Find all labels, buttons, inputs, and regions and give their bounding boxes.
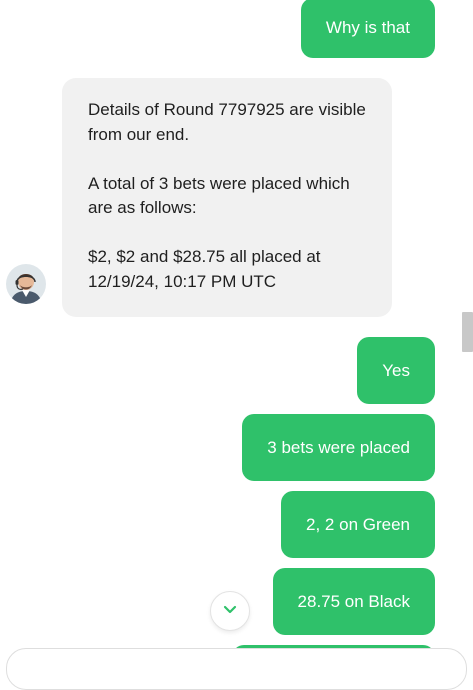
message-composer[interactable] <box>6 648 467 690</box>
message-text: 28.75 on Black <box>297 591 410 611</box>
user-message: 28.75 on Black <box>272 568 435 635</box>
user-message: Why is that <box>300 0 435 58</box>
message-paragraph: A total of 3 bets were placed which are … <box>88 173 350 218</box>
message-text: Yes <box>382 360 410 380</box>
message-text: 3 bets were placed <box>267 437 410 457</box>
message-text: Why is that <box>325 18 410 37</box>
user-message: 3 bets were placed <box>242 414 435 481</box>
message-paragraph: Details of Round 7797925 are visible fro… <box>88 100 366 144</box>
user-message: 2, 2 on Green <box>281 491 435 558</box>
chevron-down-icon <box>223 602 237 620</box>
scrollbar-thumb[interactable] <box>462 312 473 352</box>
message-text: 2, 2 on Green <box>306 514 410 534</box>
agent-message: Details of Round 7797925 are visible fro… <box>62 78 392 317</box>
scroll-to-bottom-button[interactable] <box>210 591 250 631</box>
message-paragraph: $2, $2 and $28.75 all placed at 12/19/24… <box>88 247 321 291</box>
user-message: Yes <box>357 337 435 404</box>
agent-avatar <box>6 264 46 304</box>
